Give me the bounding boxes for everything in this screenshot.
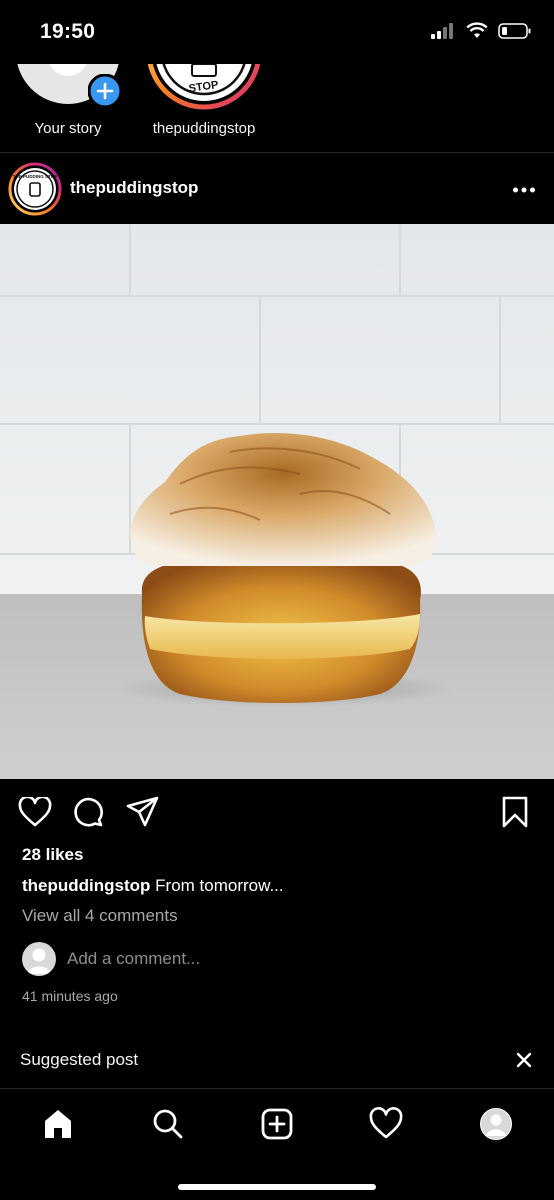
- comment-avatar: [22, 942, 56, 976]
- post-avatar[interactable]: THE PUDDING STOP: [8, 162, 62, 216]
- battery-icon: [498, 23, 531, 39]
- suggested-post-label: Suggested post: [20, 1050, 139, 1069]
- view-comments-link[interactable]: View all 4 comments: [22, 906, 178, 926]
- caption-username[interactable]: thepuddingstop: [22, 876, 150, 895]
- bottom-nav: [0, 1088, 554, 1200]
- more-options-icon[interactable]: [512, 186, 536, 194]
- comment-icon[interactable]: [72, 796, 104, 828]
- stories-tray: Your story STOP thepuddingstop: [0, 64, 554, 153]
- post-image[interactable]: [0, 224, 554, 779]
- post-header: THE PUDDING STOP thepuddingstop: [0, 154, 554, 224]
- add-story-icon[interactable]: [88, 74, 122, 108]
- post-caption: thepuddingstop From tomorrow...: [22, 876, 284, 896]
- profile-icon[interactable]: [479, 1107, 513, 1141]
- signal-icon: [431, 23, 453, 39]
- add-comment-row[interactable]: Add a comment...: [22, 942, 532, 976]
- story-ring-avatar: STOP: [147, 64, 261, 110]
- search-icon[interactable]: [151, 1107, 185, 1141]
- home-indicator: [178, 1184, 376, 1190]
- close-icon[interactable]: [514, 1050, 534, 1070]
- status-time: 19:50: [40, 20, 96, 43]
- story-label: thepuddingstop: [152, 120, 256, 137]
- create-icon[interactable]: [260, 1107, 294, 1141]
- home-icon[interactable]: [41, 1107, 75, 1141]
- save-bookmark-icon[interactable]: [502, 796, 528, 828]
- wifi-icon: [466, 22, 488, 38]
- post-photo-donut: [0, 224, 554, 779]
- add-comment-input[interactable]: Add a comment...: [67, 949, 200, 969]
- story-label: Your story: [34, 120, 102, 137]
- like-heart-icon[interactable]: [18, 797, 52, 827]
- likes-count[interactable]: 28 likes: [22, 845, 83, 865]
- avatar-placeholder-icon: [27, 948, 51, 974]
- post-username[interactable]: thepuddingstop: [70, 178, 198, 198]
- post-actions: [0, 779, 554, 841]
- share-send-icon[interactable]: [126, 796, 160, 828]
- caption-text: From tomorrow...: [155, 876, 284, 895]
- status-bar: 19:50: [0, 0, 554, 64]
- post-timestamp: 41 minutes ago: [22, 988, 118, 1004]
- post-avatar-logo: THE PUDDING STOP: [13, 174, 57, 179]
- activity-icon[interactable]: [369, 1107, 403, 1141]
